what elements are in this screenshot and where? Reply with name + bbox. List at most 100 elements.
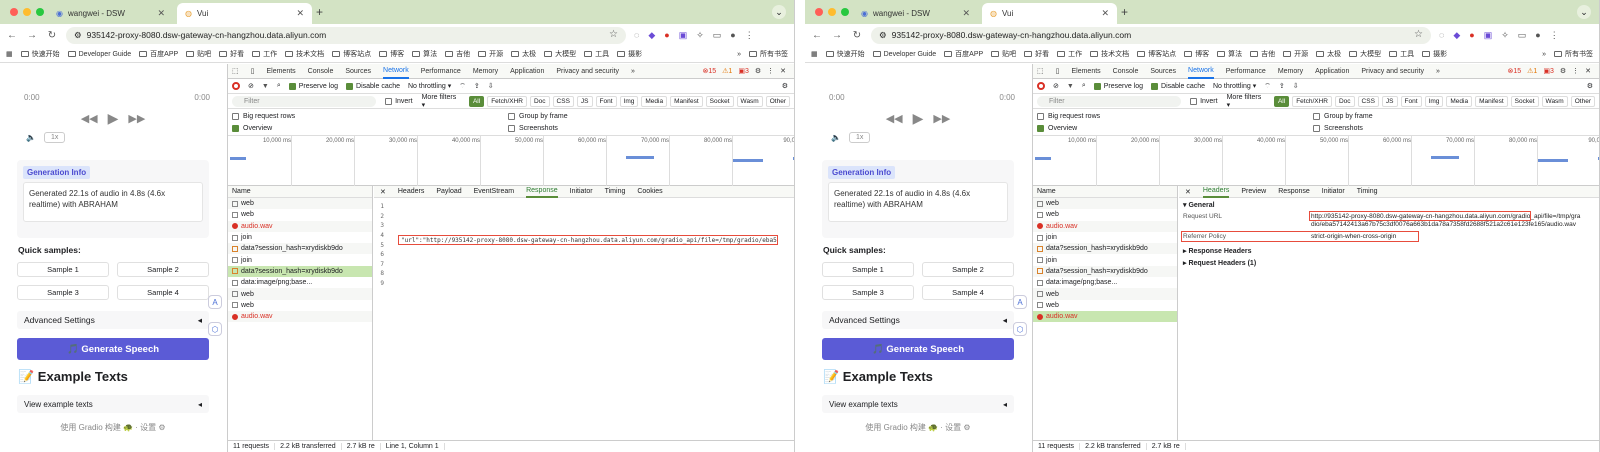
avatar[interactable]: ●: [730, 30, 735, 40]
network-settings-icon[interactable]: ⚙: [782, 82, 794, 90]
gradio-footer[interactable]: 使用 Gradio 构建 🐢 · 设置 ⚙: [0, 422, 226, 433]
inspect-icon[interactable]: ⬚: [232, 67, 239, 75]
extension-icon[interactable]: ◆: [1453, 30, 1460, 41]
request-row[interactable]: web: [228, 198, 372, 210]
search-icon[interactable]: ⌕: [277, 82, 281, 90]
rewind-icon[interactable]: ◀◀: [886, 112, 903, 125]
bookmark-item[interactable]: 太极: [1316, 49, 1341, 59]
detail-tab-initiator[interactable]: Initiator: [570, 188, 593, 195]
request-row[interactable]: audio.wav: [1033, 310, 1177, 323]
bookmark-item[interactable]: 博客: [1184, 49, 1209, 59]
new-tab-icon[interactable]: +: [1121, 5, 1128, 19]
extension-icon[interactable]: ◆: [648, 30, 655, 41]
bookmark-item[interactable]: Developer Guide: [67, 49, 131, 59]
play-icon[interactable]: ▶: [108, 110, 119, 127]
big-request-rows-checkbox[interactable]: Big request rows: [232, 113, 295, 120]
close-detail-icon[interactable]: ✕: [380, 188, 386, 196]
translate-icon[interactable]: A: [1013, 295, 1027, 309]
request-row[interactable]: data:image/png;base...: [1033, 277, 1177, 288]
more-bookmarks-icon[interactable]: »: [737, 51, 741, 58]
panel-tab-performance[interactable]: Performance: [421, 68, 461, 75]
site-info-icon[interactable]: ⚙: [74, 30, 82, 41]
network-overview-timeline[interactable]: 10,000 ms 20,000 ms 30,000 ms 40,000 ms 50,0…: [1033, 136, 1599, 186]
panel-tab-application[interactable]: Application: [1315, 68, 1349, 75]
record-icon[interactable]: [1037, 82, 1045, 90]
type-filter-img[interactable]: Img: [619, 95, 639, 107]
type-filter-all[interactable]: All: [1273, 95, 1290, 107]
menu-icon[interactable]: ⋮: [745, 30, 754, 41]
bookmark-item[interactable]: 摄影: [1422, 49, 1447, 59]
close-devtools-icon[interactable]: ✕: [1585, 67, 1591, 75]
bookmark-item[interactable]: 工具: [1389, 49, 1414, 59]
overview-checkbox[interactable]: Overview: [1037, 125, 1077, 132]
close-tab-icon[interactable]: ✕: [157, 8, 165, 19]
panel-tab-elements[interactable]: Elements: [1071, 68, 1100, 75]
panel-tab-sources[interactable]: Sources: [1150, 68, 1176, 75]
panel-tab-network[interactable]: Network: [383, 64, 409, 79]
inspect-icon[interactable]: ⬚: [1037, 67, 1044, 75]
request-row[interactable]: join: [228, 254, 372, 265]
extension-icon[interactable]: ◌: [1439, 30, 1444, 40]
bookmark-item[interactable]: 大模型: [1349, 49, 1381, 59]
type-filter-manifest[interactable]: Manifest: [1475, 95, 1508, 107]
address-bar[interactable]: ⚙ 935142-proxy-8080.dsw-gateway-cn-hangz…: [871, 26, 1431, 44]
generation-info-text[interactable]: Generated 22.1s of audio in 4.8s (4.6x r…: [828, 182, 1008, 222]
detail-tab-cookies[interactable]: Cookies: [637, 188, 662, 195]
request-row[interactable]: web: [1033, 198, 1177, 210]
devtools-menu-icon[interactable]: ⋮: [767, 67, 774, 75]
bookmark-item[interactable]: 博客站点: [332, 49, 371, 59]
big-request-rows-checkbox[interactable]: Big request rows: [1037, 113, 1100, 120]
detail-tab-initiator[interactable]: Initiator: [1322, 188, 1345, 195]
bookmark-item[interactable]: Developer Guide: [872, 49, 936, 59]
sample-3-button[interactable]: Sample 3: [17, 285, 109, 300]
back-icon[interactable]: ←: [811, 30, 823, 41]
tab-dsw[interactable]: ◉ wangwei - DSW ✕: [853, 3, 978, 24]
bookmark-item[interactable]: 博客站点: [1137, 49, 1176, 59]
group-by-frame-checkbox[interactable]: Group by frame: [1313, 113, 1373, 120]
name-column-header[interactable]: Name: [228, 186, 372, 198]
search-icon[interactable]: ⌕: [1082, 82, 1086, 90]
network-overview-timeline[interactable]: 10,000 ms 20,000 ms 30,000 ms 40,000 ms 50,0…: [228, 136, 794, 186]
more-filters-dropdown[interactable]: More filters ▾: [422, 94, 460, 109]
response-headers-toggle[interactable]: ▸ Response Headers: [1183, 247, 1595, 255]
wifi-icon[interactable]: ⌔: [1264, 82, 1271, 91]
type-filter-font[interactable]: Font: [1400, 95, 1422, 107]
invert-checkbox[interactable]: Invert: [1190, 97, 1218, 105]
device-toolbar-icon[interactable]: ▯: [251, 67, 255, 75]
type-filter-manifest[interactable]: Manifest: [670, 95, 703, 107]
tab-dsw[interactable]: ◉ wangwei - DSW ✕: [48, 3, 173, 24]
detail-tab-payload[interactable]: Payload: [436, 188, 461, 195]
sample-1-button[interactable]: Sample 1: [17, 262, 109, 277]
close-tab-icon[interactable]: ✕: [962, 8, 970, 19]
puzzle-icon[interactable]: ✧: [696, 30, 704, 41]
assistant-icon[interactable]: ⬡: [208, 322, 222, 336]
forward-icon[interactable]: →: [26, 30, 38, 41]
panel-tab-application[interactable]: Application: [510, 68, 544, 75]
request-row[interactable]: audio.wav: [1033, 220, 1177, 232]
export-har-icon[interactable]: ⇩: [488, 82, 494, 90]
close-detail-icon[interactable]: ✕: [1185, 188, 1191, 196]
extension-icon[interactable]: ●: [664, 30, 669, 40]
panel-tab-network[interactable]: Network: [1188, 64, 1214, 79]
forward-icon[interactable]: →: [831, 30, 843, 41]
detail-tab-timing[interactable]: Timing: [605, 188, 626, 195]
reload-icon[interactable]: ↻: [851, 30, 863, 41]
clear-icon[interactable]: ⊘: [248, 82, 254, 90]
fast-forward-icon[interactable]: ▶▶: [128, 112, 145, 125]
issue-badges[interactable]: ⊗15 ⚠1 ▣3 ⚙ ⋮ ✕: [702, 67, 794, 75]
generate-speech-button[interactable]: 🎵 Generate Speech: [17, 338, 209, 360]
detail-tab-preview[interactable]: Preview: [1241, 188, 1266, 195]
close-tab-icon[interactable]: ✕: [1101, 8, 1109, 19]
settings-gear-icon[interactable]: ⚙: [1560, 67, 1566, 75]
type-filter-media[interactable]: Media: [1446, 95, 1473, 107]
more-bookmarks-icon[interactable]: »: [1542, 51, 1546, 58]
device-toolbar-icon[interactable]: ▯: [1056, 67, 1060, 75]
request-row[interactable]: web: [1033, 288, 1177, 300]
rewind-icon[interactable]: ◀◀: [81, 112, 98, 125]
sidebar-icon[interactable]: ▭: [1518, 30, 1527, 41]
bookmark-item[interactable]: 开源: [1283, 49, 1308, 59]
more-panels-icon[interactable]: »: [1436, 68, 1440, 75]
bookmark-item[interactable]: 工具: [584, 49, 609, 59]
extension-icon[interactable]: ●: [1469, 30, 1474, 40]
panel-tab-sources[interactable]: Sources: [345, 68, 371, 75]
